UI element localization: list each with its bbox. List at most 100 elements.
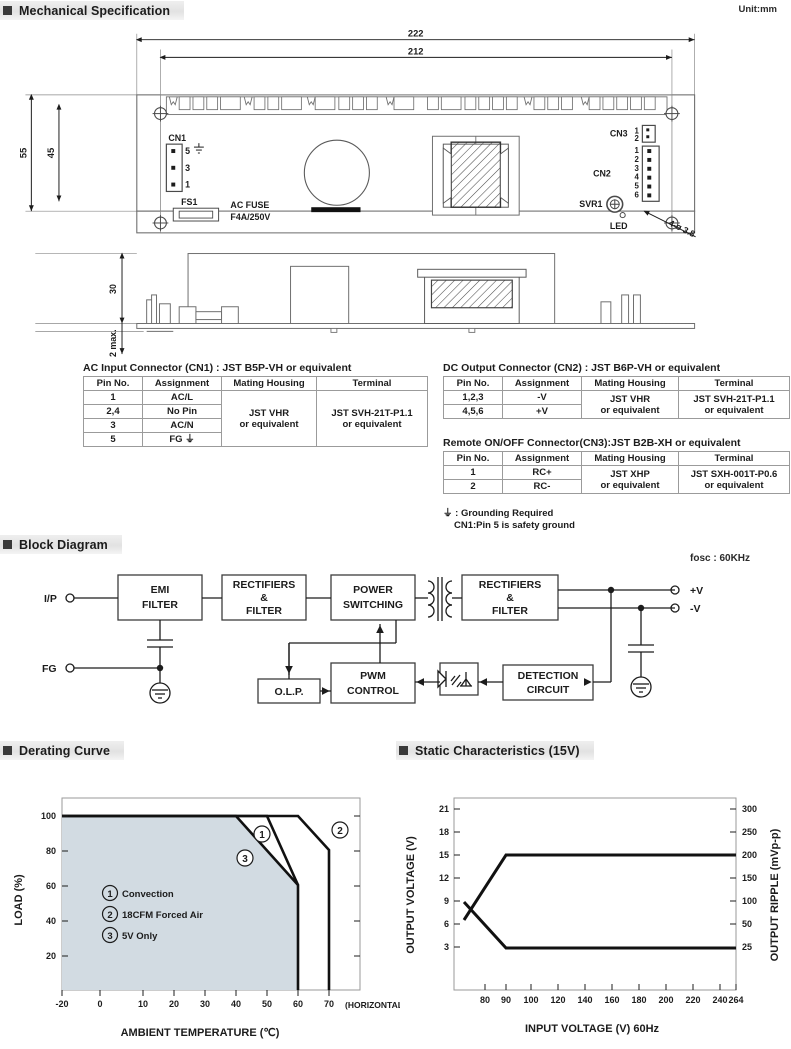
cn2-housing-l1: JST VHR: [609, 393, 651, 405]
rtick-250: 250: [742, 827, 757, 837]
cn2-terminal-l2: or equivalent: [704, 404, 764, 416]
cn1-terminal-l1: JST SVH-21T-P1.1: [331, 407, 413, 419]
svg-text:100: 100: [41, 811, 56, 821]
xtick-0: 0: [97, 999, 102, 1009]
cn3-terminal-l2: or equivalent: [704, 479, 764, 491]
svg-text:80: 80: [46, 846, 56, 856]
svg-text:1: 1: [634, 146, 639, 155]
cn3-r0-pin: 1: [443, 465, 503, 480]
transformer-icon: [427, 577, 453, 621]
cn3-housing-l1: JST XHP: [610, 468, 650, 480]
cn1-terminal-l2: or equivalent: [342, 418, 402, 430]
ytick-15: 15: [439, 850, 449, 860]
cn2-r0-pin: 1,2,3: [443, 390, 503, 405]
static-characteristics-chart: 21 18 15 12 9 6 3 300 250 200 150 100 50…: [405, 797, 781, 1035]
xtick-20: 20: [169, 999, 179, 1009]
cn1-table: Pin No. Assignment Mating Housing Termin…: [83, 376, 428, 447]
cn1-th-terminal: Terminal: [316, 376, 428, 391]
xtick-100: 100: [523, 995, 538, 1005]
derating-xlabel: AMBIENT TEMPERATURE (℃): [121, 1027, 280, 1039]
cn2-r1-assign: +V: [502, 404, 582, 419]
rect1-l3: FILTER: [246, 605, 282, 617]
cn2-th-terminal: Terminal: [678, 376, 790, 391]
svg-text:2: 2: [634, 155, 639, 164]
dim-212: 212: [408, 46, 424, 56]
dim-45: 45: [46, 148, 56, 158]
rect2-l1: RECTIFIERS: [479, 579, 541, 591]
pwm-l1: PWM: [360, 670, 386, 682]
cn3-th-pin: Pin No.: [443, 451, 503, 466]
bullet-square-icon: [3, 6, 12, 15]
block-diagram: EMI FILTER RECTIFIERS & FILTER POWER SWI…: [42, 574, 703, 704]
cn2-table-title: DC Output Connector (CN2) : JST B6P-VH o…: [443, 362, 721, 374]
cn2-table: Pin No. Assignment Mating Housing Termin…: [443, 376, 790, 419]
label-out-pos: +V: [690, 585, 703, 597]
rtick-150: 150: [742, 873, 757, 883]
svg-text:1: 1: [107, 889, 113, 900]
derating-ylabel: LOAD (%): [13, 874, 25, 926]
svg-text:6: 6: [634, 190, 639, 199]
rtick-100: 100: [742, 896, 757, 906]
rtick-200: 200: [742, 850, 757, 860]
section-title-mechanical: Mechanical Specification: [19, 3, 171, 18]
cn1-r0-pin: 1: [83, 390, 143, 405]
xtick-180: 180: [631, 995, 646, 1005]
label-out-neg: -V: [690, 603, 701, 615]
emi-l2: FILTER: [142, 599, 178, 611]
xtick-50: 50: [262, 999, 272, 1009]
xtick-240: 240: [712, 995, 727, 1005]
cn3-housing-l2: or equivalent: [600, 479, 660, 491]
xtick-120: 120: [550, 995, 565, 1005]
label-led: LED: [610, 221, 628, 231]
olp-label: O.L.P.: [275, 686, 304, 698]
cn1-r1-assign: No Pin: [142, 404, 222, 419]
section-title-derating: Derating Curve: [19, 743, 111, 758]
cn3-r1-assign: RC-: [502, 479, 582, 494]
ytick-3: 3: [444, 942, 449, 952]
cn2-th-housing: Mating Housing: [581, 376, 679, 391]
cn3-table: Pin No. Assignment Mating Housing Termin…: [443, 451, 790, 494]
svg-text:2: 2: [634, 134, 639, 143]
xtick-140: 140: [577, 995, 592, 1005]
svg-text:3: 3: [107, 931, 112, 942]
ytick-9: 9: [444, 896, 449, 906]
unit-note: Unit:mm: [738, 4, 777, 15]
static-ylabel-right: OUTPUT RIPPLE (mVp-p): [769, 828, 781, 961]
cn1-r2-assign: AC/N: [142, 418, 222, 433]
grounding-note-line1: ⏚ : Grounding Required: [443, 508, 554, 519]
dim-222: 222: [408, 29, 424, 39]
detect-l1: DETECTION: [518, 670, 579, 682]
cn2-th-pin: Pin No.: [443, 376, 503, 391]
cn1-th-pin: Pin No.: [83, 376, 143, 391]
xtick-200: 200: [658, 995, 673, 1005]
table-row: 1 RC+ JST XHP or equivalent JST SXH-001T…: [443, 465, 790, 494]
cn2-r0-assign: -V: [502, 390, 582, 405]
svg-text:2: 2: [107, 910, 112, 921]
cn1-housing-l2: or equivalent: [239, 418, 299, 430]
bullet-square-icon: [3, 746, 12, 755]
section-title-block: Block Diagram: [19, 537, 108, 552]
rtick-25: 25: [742, 942, 752, 952]
svg-text:40: 40: [46, 916, 56, 926]
label-svr1: SVR1: [579, 199, 602, 209]
cn1-table-block: AC Input Connector (CN1) : JST B5P-VH or…: [83, 362, 428, 447]
cn1-r3-pin: 5: [83, 432, 143, 447]
svg-text:5: 5: [185, 146, 190, 156]
rect2-l2: &: [506, 592, 514, 604]
mechanical-drawing: 222 212 55 45 CN1 5 3 1 FS1 AC FUSE F4A/…: [18, 29, 696, 357]
legend-label-2: 18CFM Forced Air: [122, 910, 203, 921]
cn2-th-assign: Assignment: [502, 376, 582, 391]
static-ylabel: OUTPUT VOLTAGE (V): [405, 836, 417, 954]
cn1-r1-pin: 2,4: [83, 404, 143, 419]
section-header-derating: Derating Curve: [0, 741, 125, 760]
xtick-60: 60: [293, 999, 303, 1009]
cn2-table-block: DC Output Connector (CN2) : JST B6P-VH o…: [443, 362, 790, 419]
earth-ground-icon-2: [630, 676, 652, 698]
block-power-switching: [330, 574, 416, 621]
dim-55: 55: [18, 148, 28, 158]
grounding-note-line2: CN1:Pin 5 is safety ground: [454, 520, 575, 531]
svg-text:60: 60: [46, 881, 56, 891]
svg-text:5: 5: [634, 181, 639, 190]
grounding-note: ⏚ : Grounding Required CN1:Pin 5 is safe…: [443, 508, 575, 532]
section-header-block: Block Diagram: [0, 535, 122, 554]
